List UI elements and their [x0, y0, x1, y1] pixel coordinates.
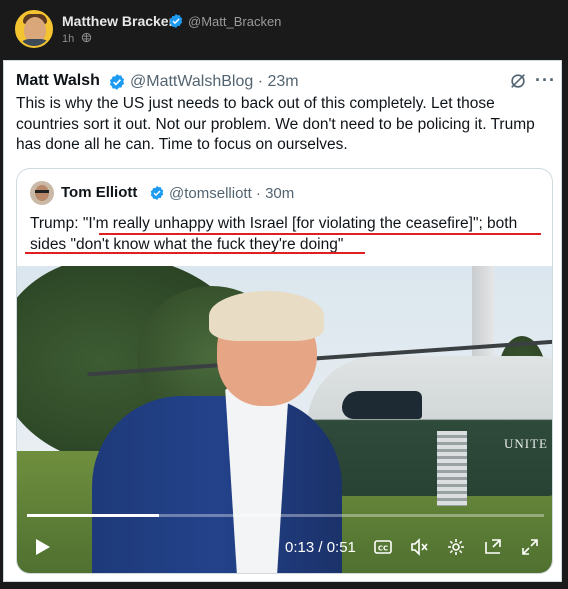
pip-icon[interactable]: [483, 537, 503, 557]
verified-badge-icon: [150, 186, 164, 200]
tweet-card[interactable]: Matt Walsh @MattWalshBlog · 23m ··· This…: [3, 60, 562, 582]
video-time: 0:13 / 0:51: [285, 539, 356, 556]
video-controls: 0:13 / 0:51 CC: [17, 528, 552, 568]
globe-icon: [81, 32, 92, 46]
quoted-author-name[interactable]: Tom Elliott: [61, 184, 137, 201]
outer-author-handle[interactable]: @Matt_Bracken: [188, 14, 281, 29]
svg-text:CC: CC: [378, 545, 388, 553]
video-scene-aircraft-label: UNITE: [504, 436, 548, 451]
captions-icon[interactable]: CC: [373, 537, 393, 557]
avatar[interactable]: [15, 10, 53, 48]
outer-post-header: Matthew Bracken @Matt_Bracken 1h: [0, 0, 568, 58]
tweet-author-name[interactable]: Matt Walsh: [16, 72, 100, 90]
fullscreen-icon[interactable]: [520, 537, 540, 557]
quoted-author-handle[interactable]: @tomselliott · 30m: [169, 185, 294, 202]
outer-post-time[interactable]: 1h: [62, 33, 74, 45]
video-scene-stairs: [437, 431, 467, 506]
play-icon[interactable]: [35, 538, 51, 556]
video-scene-person-hair: [209, 291, 324, 341]
video-scene-helicopter: [307, 356, 552, 496]
video-scene-helicopter-window: [342, 391, 422, 419]
tweet-text: This is why the US just needs to back ou…: [16, 95, 535, 153]
verified-badge-icon: [109, 74, 125, 90]
outer-author-name[interactable]: Matthew Bracken: [62, 13, 177, 29]
more-icon[interactable]: ···: [535, 70, 556, 91]
avatar-shirt: [19, 39, 51, 46]
mute-icon[interactable]: [409, 537, 429, 557]
avatar-glasses: [35, 190, 49, 193]
video-player[interactable]: UNITE 0:13 / 0:51 CC: [17, 266, 552, 573]
quoted-tweet[interactable]: Tom Elliott @tomselliott · 30m Trump: "I…: [16, 168, 553, 574]
grok-icon[interactable]: [509, 72, 527, 90]
avatar-face: [35, 185, 49, 201]
tweet-author-handle[interactable]: @MattWalshBlog · 23m: [130, 73, 299, 91]
avatar[interactable]: [30, 181, 54, 205]
highlight-underline: [99, 233, 541, 235]
video-progress-fill[interactable]: [27, 514, 159, 517]
verified-badge-icon: [169, 14, 183, 28]
gear-icon[interactable]: [446, 537, 466, 557]
highlight-underline: [25, 252, 365, 254]
